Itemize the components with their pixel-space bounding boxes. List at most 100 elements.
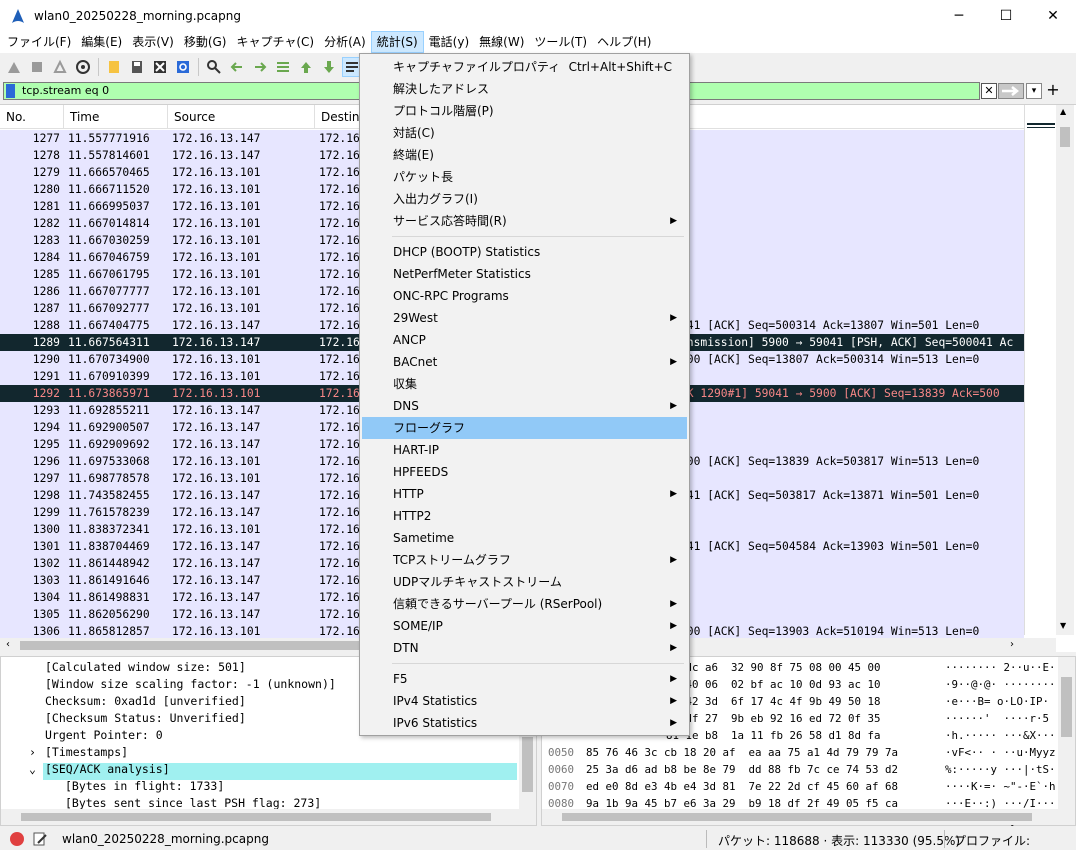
go-back-icon[interactable] bbox=[227, 57, 247, 77]
stats-menu-item[interactable]: Sametime bbox=[362, 527, 687, 549]
scroll-thumb[interactable] bbox=[562, 813, 1032, 821]
bytes-horizontal-scrollbar[interactable] bbox=[542, 809, 1075, 825]
byte-hex[interactable]: 81 1e b8 1a 11 fb 26 58 d1 8d fa bbox=[666, 727, 881, 744]
detail-line[interactable]: [Bytes in flight: 1733] bbox=[65, 778, 224, 795]
detail-line[interactable]: [Checksum Status: Unverified] bbox=[45, 710, 246, 727]
detail-line[interactable]: [SEQ/ACK analysis] bbox=[45, 761, 170, 778]
byte-ascii[interactable]: ········ 2··u··E· bbox=[945, 659, 1056, 676]
restart-capture-icon[interactable] bbox=[50, 57, 70, 77]
menu-5[interactable]: 分析(A) bbox=[319, 31, 371, 53]
stats-menu-item[interactable]: DNS ▶ bbox=[362, 395, 687, 417]
expand-toggle-icon[interactable]: › bbox=[29, 744, 36, 761]
scroll-thumb[interactable] bbox=[21, 813, 491, 821]
stats-menu-item[interactable]: パケット長 bbox=[362, 166, 687, 188]
stats-menu-item[interactable]: HART-IP bbox=[362, 439, 687, 461]
stats-menu-item[interactable]: 収集 bbox=[362, 373, 687, 395]
scroll-thumb[interactable] bbox=[1061, 677, 1072, 737]
stats-menu-item[interactable]: BACnet ▶ bbox=[362, 351, 687, 373]
byte-ascii[interactable]: ····K·=· ~"-·E`·h bbox=[945, 778, 1056, 795]
minimize-button[interactable]: ─ bbox=[936, 0, 982, 31]
scroll-right-icon[interactable]: › bbox=[1010, 639, 1014, 650]
byte-hex[interactable]: 00 df 27 9b eb 92 16 ed 72 0f 35 bbox=[666, 710, 881, 727]
stats-menu-item[interactable]: SOME/IP ▶ bbox=[362, 615, 687, 637]
stats-menu-item[interactable]: 入出力グラフ(I) bbox=[362, 188, 687, 210]
byte-ascii[interactable]: %:·····y ···|·tS· bbox=[945, 761, 1056, 778]
stats-menu-item[interactable]: 信頼できるサーバープール (RSerPool) ▶ bbox=[362, 593, 687, 615]
stats-menu-item[interactable]: HTTP ▶ bbox=[362, 483, 687, 505]
last-packet-icon[interactable] bbox=[319, 57, 339, 77]
clear-filter-button[interactable]: ✕ bbox=[981, 83, 997, 99]
byte-hex[interactable]: d1 dc a6 32 90 8f 75 08 00 45 00 bbox=[666, 659, 881, 676]
scroll-thumb[interactable] bbox=[1060, 127, 1070, 147]
byte-hex[interactable]: 85 76 46 3c cb 18 20 af ea aa 75 a1 4d 7… bbox=[586, 744, 898, 761]
scroll-up-icon[interactable]: ▲ bbox=[1060, 107, 1066, 116]
save-file-icon[interactable] bbox=[127, 57, 147, 77]
menu-7[interactable]: 電話(y) bbox=[424, 31, 474, 53]
byte-ascii[interactable]: ·vF<·· · ··u·Myyz bbox=[945, 744, 1056, 761]
menu-8[interactable]: 無線(W) bbox=[474, 31, 529, 53]
details-horizontal-scrollbar[interactable] bbox=[1, 809, 536, 825]
scroll-down-icon[interactable]: ▼ bbox=[1060, 621, 1066, 630]
close-button[interactable]: ✕ bbox=[1030, 0, 1076, 31]
go-to-packet-icon[interactable] bbox=[273, 57, 293, 77]
byte-ascii[interactable]: ·9··@·@· ········ bbox=[945, 676, 1056, 693]
add-filter-button[interactable]: + bbox=[1046, 80, 1060, 100]
detail-line[interactable]: [Window size scaling factor: -1 (unknown… bbox=[45, 676, 336, 693]
stats-menu-item[interactable]: 29West ▶ bbox=[362, 307, 687, 329]
detail-line[interactable]: Urgent Pointer: 0 bbox=[45, 727, 163, 744]
filter-history-dropdown[interactable]: ▾ bbox=[1026, 83, 1042, 99]
stats-menu-item[interactable]: DHCP (BOOTP) Statistics bbox=[362, 241, 687, 263]
apply-filter-arrow-icon[interactable] bbox=[998, 83, 1024, 99]
byte-ascii[interactable]: ·h.····· ···&X··· bbox=[945, 727, 1056, 744]
scroll-thumb[interactable] bbox=[20, 641, 360, 650]
detail-line[interactable]: Checksum: 0xad1d [unverified] bbox=[45, 693, 246, 710]
menu-1[interactable]: 編集(E) bbox=[76, 31, 127, 53]
stats-menu-item[interactable]: 終端(E) bbox=[362, 144, 687, 166]
menu-3[interactable]: 移動(G) bbox=[179, 31, 232, 53]
stats-menu-item[interactable]: プロトコル階層(P) bbox=[362, 100, 687, 122]
detail-line[interactable]: [Calculated window size: 501] bbox=[45, 659, 246, 676]
packet-list-vertical-scrollbar[interactable]: ▲ ▼ bbox=[1056, 105, 1074, 635]
menu-10[interactable]: ヘルプ(H) bbox=[592, 31, 656, 53]
first-packet-icon[interactable] bbox=[296, 57, 316, 77]
maximize-button[interactable]: ☐ bbox=[983, 0, 1029, 31]
close-file-icon[interactable] bbox=[150, 57, 170, 77]
menu-4[interactable]: キャプチャ(C) bbox=[231, 31, 319, 53]
open-file-icon[interactable] bbox=[104, 57, 124, 77]
byte-ascii[interactable]: ·e···B= o·LO·IP· bbox=[945, 693, 1049, 710]
edit-comment-icon[interactable] bbox=[32, 831, 48, 847]
menu-9[interactable]: ツール(T) bbox=[529, 31, 592, 53]
menu-0[interactable]: ファイル(F) bbox=[2, 31, 76, 53]
stats-menu-item[interactable]: サービス応答時間(R) ▶ bbox=[362, 210, 687, 232]
scroll-left-icon[interactable]: ‹ bbox=[6, 639, 10, 650]
stats-menu-item[interactable]: HTTP2 bbox=[362, 505, 687, 527]
reload-file-icon[interactable] bbox=[173, 57, 193, 77]
capture-options-icon[interactable] bbox=[73, 57, 93, 77]
byte-hex[interactable]: a1 42 3d 6f 17 4c 4f 9b 49 50 18 bbox=[666, 693, 881, 710]
expand-toggle-icon[interactable]: ⌄ bbox=[29, 761, 36, 778]
stats-menu-item[interactable]: キャプチャファイルプロパティ Ctrl+Alt+Shift+C bbox=[362, 56, 687, 78]
stats-menu-item[interactable]: NetPerfMeter Statistics bbox=[362, 263, 687, 285]
byte-ascii[interactable]: ······' ····r·5 bbox=[945, 710, 1049, 727]
stats-menu-item[interactable]: IPv6 Statistics ▶ bbox=[362, 712, 687, 734]
stats-menu-item[interactable]: HPFEEDS bbox=[362, 461, 687, 483]
stats-menu-item[interactable]: 解決したアドレス bbox=[362, 78, 687, 100]
column-header[interactable]: Source bbox=[168, 105, 315, 129]
stats-menu-item[interactable]: TCPストリームグラフ ▶ bbox=[362, 549, 687, 571]
scroll-thumb[interactable] bbox=[522, 737, 533, 792]
menu-2[interactable]: 表示(V) bbox=[127, 31, 179, 53]
stats-menu-item[interactable]: フローグラフ bbox=[362, 417, 687, 439]
stats-menu-item[interactable]: F5 ▶ bbox=[362, 668, 687, 690]
column-header[interactable]: No. bbox=[0, 105, 64, 129]
capture-status-icon[interactable] bbox=[10, 832, 24, 846]
shark-fin-start-icon[interactable] bbox=[4, 57, 24, 77]
stop-capture-icon[interactable] bbox=[27, 57, 47, 77]
menu-6[interactable]: 統計(S) bbox=[370, 31, 424, 53]
status-profile[interactable]: プロファイル: Default bbox=[954, 832, 1076, 850]
find-packet-icon[interactable] bbox=[204, 57, 224, 77]
filter-bookmark-icon[interactable] bbox=[6, 84, 15, 98]
byte-hex[interactable]: ed e0 8d e3 4b e4 3d 81 7e 22 2d cf 45 6… bbox=[586, 778, 898, 795]
stats-menu-item[interactable]: DTN ▶ bbox=[362, 637, 687, 659]
detail-line[interactable]: [Timestamps] bbox=[45, 744, 128, 761]
stats-menu-item[interactable]: UDPマルチキャストストリーム bbox=[362, 571, 687, 593]
